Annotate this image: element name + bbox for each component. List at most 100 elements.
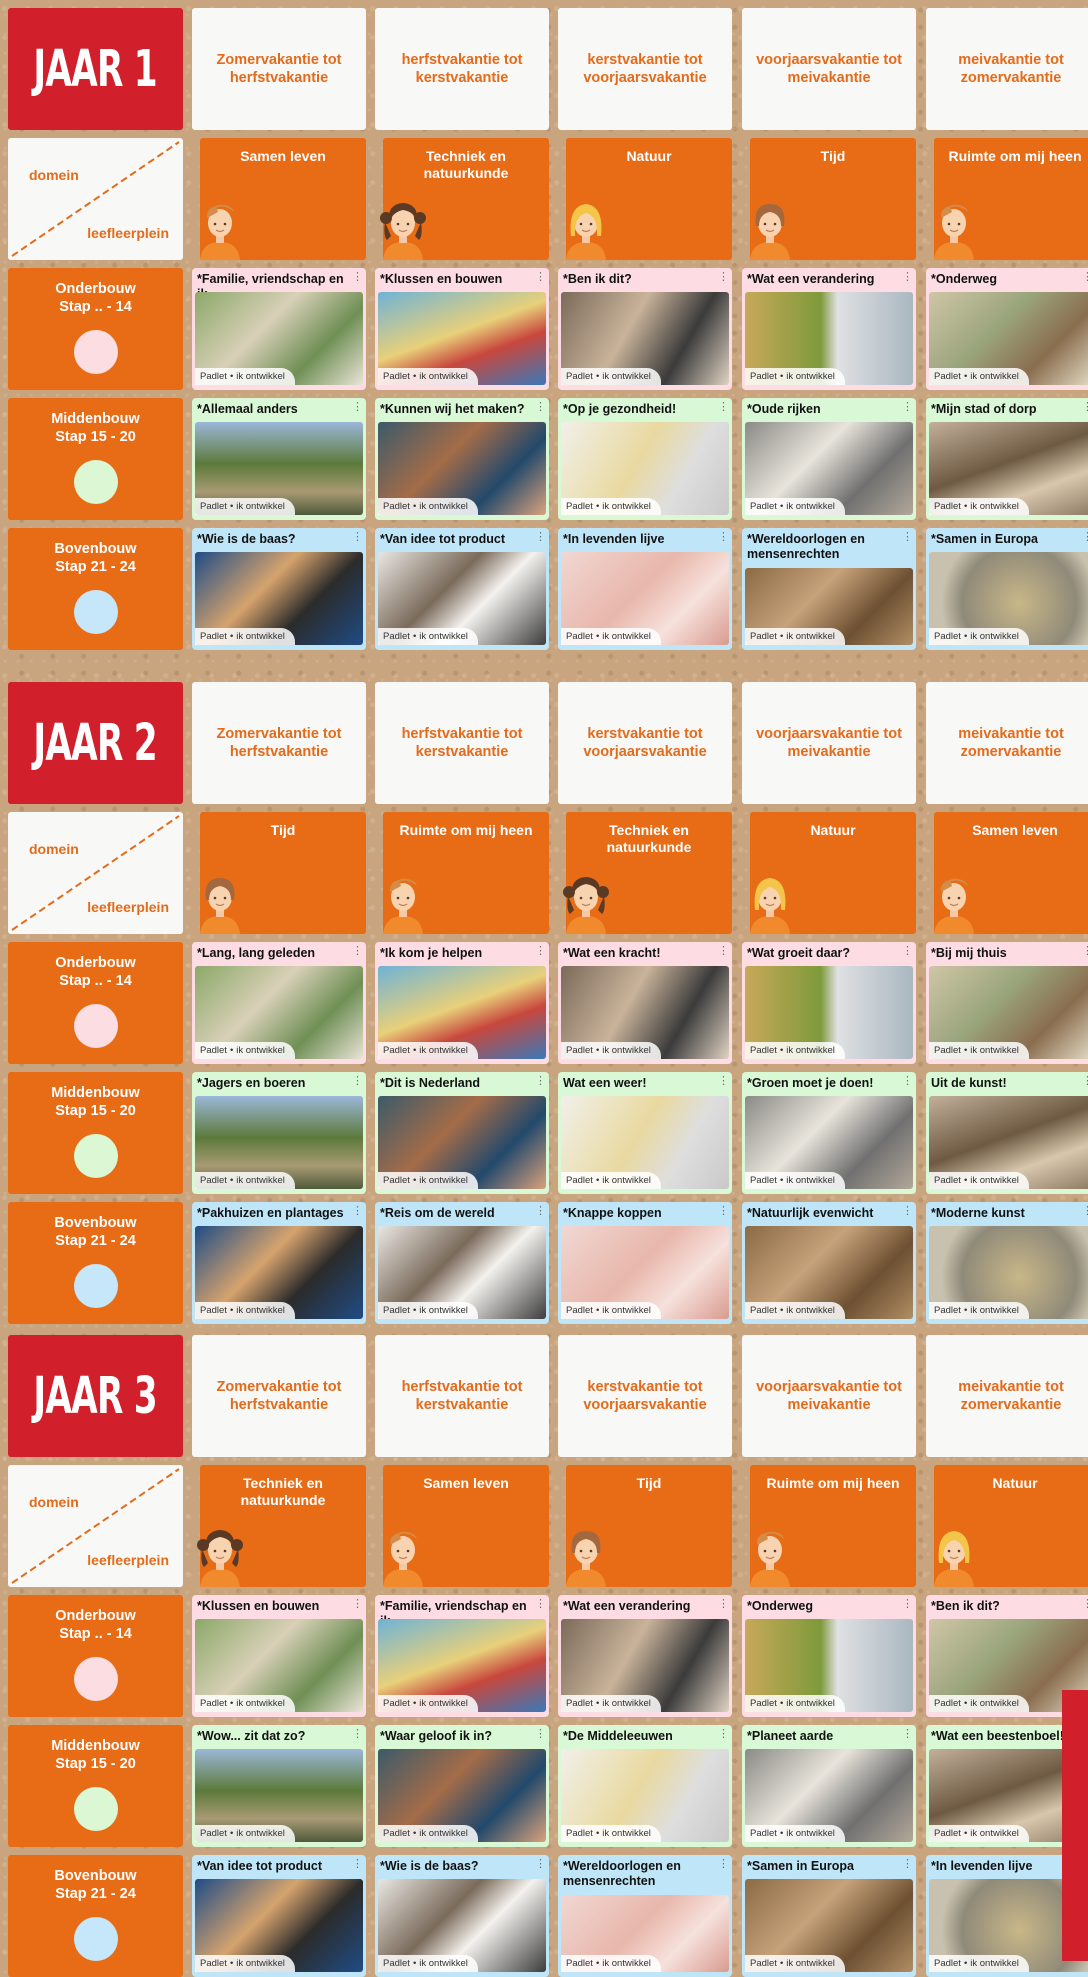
padlet-card[interactable]: *Oude rijken ⋮ Padlet • ik ontwikkel: [742, 398, 916, 520]
card-menu-icon[interactable]: ⋮: [535, 532, 546, 543]
footer-separator: •: [229, 1175, 234, 1186]
card-menu-icon[interactable]: ⋮: [352, 272, 363, 283]
card-menu-icon[interactable]: ⋮: [1082, 1076, 1088, 1087]
card-menu-icon[interactable]: ⋮: [718, 1076, 729, 1087]
padlet-card[interactable]: Uit de kunst! ⋮ Padlet • ik ontwikkel: [926, 1072, 1088, 1194]
level-steps: Stap .. - 14: [59, 299, 132, 316]
card-menu-icon[interactable]: ⋮: [902, 1076, 913, 1087]
padlet-card[interactable]: Wat een weer! ⋮ Padlet • ik ontwikkel: [558, 1072, 732, 1194]
card-menu-icon[interactable]: ⋮: [902, 1206, 913, 1217]
level-dot: [73, 330, 118, 375]
padlet-card[interactable]: *Wat een verandering ⋮ Padlet • ik ontwikkel: [558, 1595, 732, 1717]
card-menu-icon[interactable]: ⋮: [902, 272, 913, 283]
padlet-card[interactable]: *Familie, vriendschap en ik⋮Padlet•ik on…: [375, 1595, 549, 1717]
level-steps: Stap 21 - 24: [55, 559, 136, 576]
domain-label: domein: [29, 167, 79, 183]
card-title: *Ben ik dit?: [931, 1599, 1000, 1613]
padlet-card[interactable]: *Klussen en bouwen ⋮ Padlet • ik ontwikkel: [375, 268, 549, 390]
padlet-card[interactable]: *Onderweg ⋮ Padlet • ik ontwikkel: [742, 1595, 916, 1717]
padlet-card[interactable]: *Wie is de baas? ⋮ Padlet • ik ontwikkel: [375, 1855, 549, 1977]
card-menu-icon[interactable]: ⋮: [535, 1729, 546, 1740]
child-avatar-icon: [377, 196, 429, 260]
card-menu-icon[interactable]: ⋮: [352, 1206, 363, 1217]
padlet-card[interactable]: *Van idee tot product ⋮ Padlet • ik ontwikke…: [192, 1855, 366, 1977]
footer-separator: •: [595, 1828, 600, 1839]
level-steps: Stap 15 - 20: [55, 1756, 136, 1773]
ik-ontwikkel-label: ik ontwikkel: [236, 501, 285, 512]
card-menu-icon[interactable]: ⋮: [352, 532, 363, 543]
card-menu-icon[interactable]: ⋮: [352, 1076, 363, 1087]
padlet-card[interactable]: *Waar geloof ik in? ⋮ Padlet • ik ontwikkel: [375, 1725, 549, 1847]
padlet-card[interactable]: *Jagers en boeren ⋮ Padlet • ik ontwikkel: [192, 1072, 366, 1194]
padlet-card[interactable]: *Planeet aarde ⋮ Padlet • ik ontwikkel: [742, 1725, 916, 1847]
padlet-card[interactable]: *Wat een kracht! ⋮ Padlet • ik ontwikkel: [558, 942, 732, 1064]
card-menu-icon[interactable]: ⋮: [718, 272, 729, 283]
card-menu-icon[interactable]: ⋮: [535, 1076, 546, 1087]
card-menu-icon[interactable]: ⋮: [535, 1599, 546, 1610]
padlet-card[interactable]: *Wat groeit daar? ⋮ Padlet • ik ontwikkel: [742, 942, 916, 1064]
padlet-card[interactable]: *Bij mij thuis ⋮ Padlet • ik ontwikkel: [926, 942, 1088, 1064]
padlet-card[interactable]: *Ik kom je helpen ⋮ Padlet • ik ontwikkel: [375, 942, 549, 1064]
padlet-card[interactable]: *De Middeleeuwen ⋮ Padlet • ik ontwikkel: [558, 1725, 732, 1847]
card-menu-icon[interactable]: ⋮: [352, 1859, 363, 1870]
card-menu-icon[interactable]: ⋮: [1082, 272, 1088, 283]
padlet-card[interactable]: *Ben ik dit? ⋮ Padlet • ik ontwikkel: [558, 268, 732, 390]
card-menu-icon[interactable]: ⋮: [1082, 1206, 1088, 1217]
card-menu-icon[interactable]: ⋮: [718, 1599, 729, 1610]
padlet-card[interactable]: *Op je gezondheid! ⋮ Padlet • ik ontwikkel: [558, 398, 732, 520]
card-menu-icon[interactable]: ⋮: [902, 402, 913, 413]
padlet-card[interactable]: *Onderweg ⋮ Padlet • ik ontwikkel: [926, 268, 1088, 390]
padlet-card[interactable]: *Knappe koppen ⋮ Padlet • ik ontwikkel: [558, 1202, 732, 1324]
padlet-card[interactable]: *Wat een verandering ⋮ Padlet • ik ontwikkel: [742, 268, 916, 390]
card-menu-icon[interactable]: ⋮: [718, 1206, 729, 1217]
padlet-card[interactable]: *Moderne kunst ⋮ Padlet • ik ontwikkel: [926, 1202, 1088, 1324]
card-menu-icon[interactable]: ⋮: [1082, 532, 1088, 543]
card-menu-icon[interactable]: ⋮: [352, 1729, 363, 1740]
padlet-label: Padlet: [200, 1045, 227, 1056]
red-side-tab[interactable]: [1062, 1690, 1088, 1961]
padlet-card[interactable]: *Groen moet je doen! ⋮ Padlet • ik ontwikkel: [742, 1072, 916, 1194]
card-menu-icon[interactable]: ⋮: [535, 1859, 546, 1870]
padlet-card[interactable]: *Wow... zit dat zo? ⋮ Padlet • ik ontwikkel: [192, 1725, 366, 1847]
padlet-card[interactable]: *In levenden lijve ⋮ Padlet•ik ontwikkel: [558, 528, 732, 650]
card-menu-icon[interactable]: ⋮: [352, 402, 363, 413]
padlet-card[interactable]: *Wereldoorlogen en mensenrechten ⋮ Padlet •…: [558, 1855, 732, 1977]
padlet-card[interactable]: *Natuurlijk evenwicht ⋮ Padlet • ik ontwikke…: [742, 1202, 916, 1324]
padlet-label: Padlet: [566, 1305, 593, 1316]
padlet-card[interactable]: *Samen in Europa ⋮ Padlet • ik ontwikkel: [926, 528, 1088, 650]
padlet-label: Padlet: [934, 501, 961, 512]
card-menu-icon[interactable]: ⋮: [535, 402, 546, 413]
card-menu-icon[interactable]: ⋮: [352, 1599, 363, 1610]
card-menu-icon[interactable]: ⋮: [535, 946, 546, 957]
card-menu-icon[interactable]: ⋮: [535, 1206, 546, 1217]
card-menu-icon[interactable]: ⋮: [902, 1599, 913, 1610]
padlet-card[interactable]: *Van idee tot product ⋮ Padlet • ik ontwikke…: [375, 528, 549, 650]
padlet-card[interactable]: *Familie, vriendschap en ik⋮Padlet•ik on…: [192, 268, 366, 390]
padlet-card[interactable]: *Mijn stad of dorp ⋮ Padlet • ik ontwikkel: [926, 398, 1088, 520]
padlet-card[interactable]: *Pakhuizen en plantages ⋮ Padlet • ik ontwik…: [192, 1202, 366, 1324]
padlet-card[interactable]: *Klussen en bouwen ⋮ Padlet • ik ontwikkel: [192, 1595, 366, 1717]
padlet-card[interactable]: *Reis om de wereld ⋮ Padlet • ik ontwikkel: [375, 1202, 549, 1324]
padlet-card[interactable]: *Allemaal anders ⋮ Padlet • ik ontwikkel: [192, 398, 366, 520]
padlet-card[interactable]: *Lang, lang geleden ⋮ Padlet • ik ontwikkel: [192, 942, 366, 1064]
card-menu-icon[interactable]: ⋮: [718, 1859, 729, 1870]
padlet-card[interactable]: *Kunnen wij het maken? ⋮ Padlet • ik ontwikk…: [375, 398, 549, 520]
card-menu-icon[interactable]: ⋮: [1082, 1599, 1088, 1610]
card-menu-icon[interactable]: ⋮: [1082, 946, 1088, 957]
padlet-label: Padlet: [200, 1828, 227, 1839]
padlet-card[interactable]: *Samen in Europa ⋮ Padlet • ik ontwikkel: [742, 1855, 916, 1977]
card-menu-icon[interactable]: ⋮: [535, 272, 546, 283]
padlet-card[interactable]: *Wereldoorlogen en mensenrechten ⋮ Padlet •…: [742, 528, 916, 650]
card-menu-icon[interactable]: ⋮: [902, 946, 913, 957]
card-menu-icon[interactable]: ⋮: [352, 946, 363, 957]
card-menu-icon[interactable]: ⋮: [1082, 402, 1088, 413]
card-menu-icon[interactable]: ⋮: [718, 946, 729, 957]
padlet-card[interactable]: *Dit is Nederland ⋮ Padlet • ik ontwikkel: [375, 1072, 549, 1194]
card-menu-icon[interactable]: ⋮: [718, 402, 729, 413]
card-menu-icon[interactable]: ⋮: [902, 1729, 913, 1740]
card-menu-icon[interactable]: ⋮: [718, 532, 729, 543]
card-menu-icon[interactable]: ⋮: [902, 532, 913, 543]
padlet-card[interactable]: *Wie is de baas? ⋮ Padlet • ik ontwikkel: [192, 528, 366, 650]
card-menu-icon[interactable]: ⋮: [902, 1859, 913, 1870]
card-menu-icon[interactable]: ⋮: [718, 1729, 729, 1740]
